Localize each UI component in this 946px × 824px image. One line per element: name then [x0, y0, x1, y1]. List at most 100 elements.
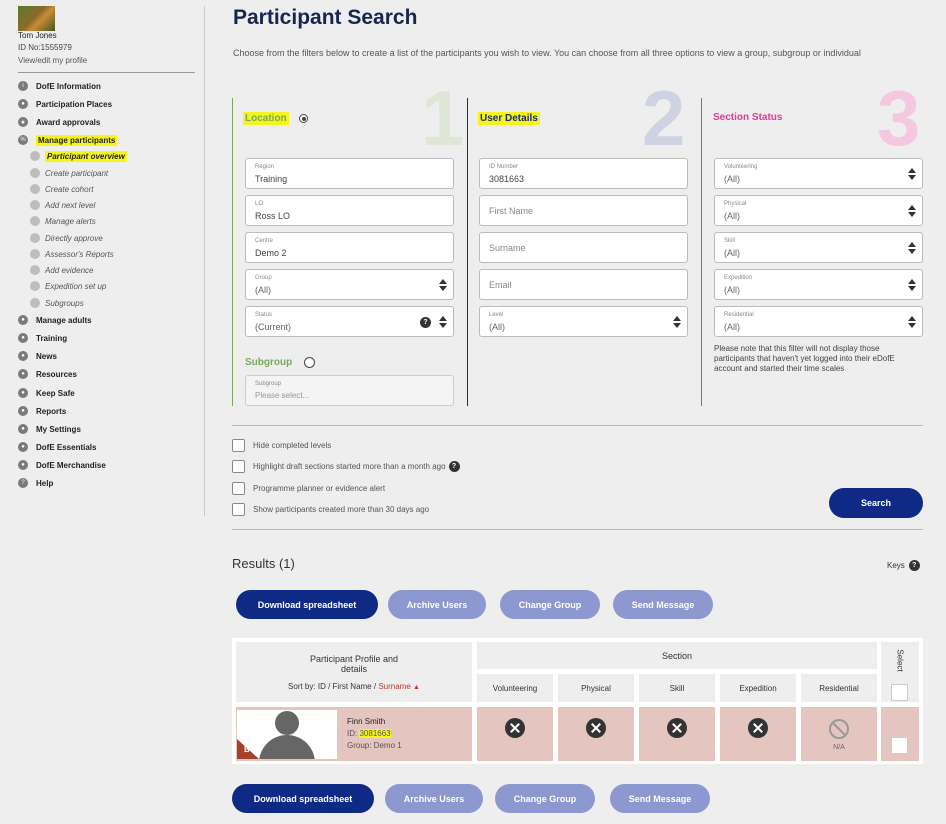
expedition-select[interactable]: Expedition (All) — [714, 269, 923, 300]
sidebar-item-reports[interactable]: ● Reports — [18, 404, 66, 418]
sidebar-subitem-directly-approve[interactable]: Directly approve — [30, 232, 103, 244]
subgroup-select[interactable]: Subgroup Please select... — [245, 375, 454, 406]
location-radio[interactable] — [299, 114, 308, 123]
field-label: Level — [489, 312, 504, 318]
created-30-days-checkbox[interactable]: Show participants created more than 30 d… — [232, 502, 429, 516]
sidebar-item-keep-safe[interactable]: ● Keep Safe — [18, 386, 75, 400]
sidebar-item-label: Award approvals — [36, 117, 101, 127]
field-label: Region — [255, 164, 275, 170]
send-message-button-bottom[interactable]: Send Message — [610, 784, 710, 813]
planner-alert-checkbox[interactable]: Programme planner or evidence alert — [232, 481, 385, 495]
sidebar-subitem-add-next-level[interactable]: Add next level — [30, 199, 95, 211]
sidebar-item-help[interactable]: ? Help — [18, 476, 53, 490]
sidebar-subitem-label: Manage alerts — [45, 216, 96, 226]
first-name-field[interactable]: First Name — [479, 195, 688, 226]
status-help-icon[interactable]: ? — [420, 317, 431, 328]
surname-field[interactable]: Surname — [479, 232, 688, 263]
field-label: Status — [255, 312, 273, 318]
select-arrows-icon — [908, 242, 916, 254]
sidebar-item-dofe-essentials[interactable]: ● DofE Essentials — [18, 440, 96, 454]
sidebar-item-participation-places[interactable]: ● Participation Places — [18, 97, 112, 111]
email-field[interactable]: Email — [479, 269, 688, 300]
group-select[interactable]: Group (All) — [245, 269, 454, 300]
skill-select[interactable]: Skill (All) — [714, 232, 923, 263]
physical-select[interactable]: Physical (All) — [714, 195, 923, 226]
volunteering-status-cell[interactable] — [477, 707, 553, 761]
status-select[interactable]: Status (Current) ? — [245, 306, 454, 337]
hide-completed-checkbox[interactable]: Hide completed levels — [232, 438, 331, 452]
row-select-checkbox[interactable] — [891, 737, 908, 754]
sidebar-item-dofe-information[interactable]: i DofE Information — [18, 79, 101, 93]
sidebar-item-label: DofE Merchandise — [36, 460, 106, 470]
keys-button[interactable]: Keys ? — [887, 560, 920, 571]
sort-first-name-link[interactable]: First Name — [333, 682, 372, 691]
sidebar-item-label: News — [36, 351, 57, 361]
shield-icon: ● — [18, 388, 28, 398]
sidebar-item-manage-adults[interactable]: ● Manage adults — [18, 313, 92, 327]
participant-photo[interactable]: B — [237, 710, 337, 759]
page-title: Participant Search — [233, 6, 418, 29]
sort-surname-link[interactable]: Surname — [378, 682, 410, 691]
sidebar-item-my-settings[interactable]: ● My Settings — [18, 422, 81, 436]
region-field[interactable]: Region Training — [245, 158, 454, 189]
sidebar-subitem-add-evidence[interactable]: Add evidence — [30, 264, 93, 276]
archive-users-button-bottom[interactable]: Archive Users — [385, 784, 483, 813]
sort-id-link[interactable]: ID — [318, 682, 326, 691]
sort-desc-icon: ▲ — [413, 683, 420, 691]
sidebar-subitem-manage-alerts[interactable]: Manage alerts — [30, 215, 96, 227]
edit-profile-link[interactable]: View/edit my profile — [18, 56, 87, 65]
sidebar-subitem-subgroups[interactable]: Subgroups — [30, 297, 84, 309]
lo-field[interactable]: LO Ross LO — [245, 195, 454, 226]
sidebar-item-resources[interactable]: ● Resources — [18, 367, 77, 381]
sidebar-item-award-approvals[interactable]: ★ Award approvals — [18, 115, 100, 129]
sidebar-separator — [204, 6, 205, 516]
skill-status-cell[interactable] — [639, 707, 715, 761]
sidebar-subitem-create-cohort[interactable]: Create cohort — [30, 183, 93, 195]
checkbox-label: Hide completed levels — [253, 440, 332, 450]
subgroup-radio[interactable] — [304, 357, 315, 368]
select-all-checkbox[interactable] — [891, 684, 908, 701]
participant-name[interactable]: Finn Smith — [347, 717, 385, 726]
bullet-icon — [30, 200, 40, 210]
sidebar-item-manage-participants[interactable]: % Manage participants — [18, 133, 118, 147]
physical-status-cell[interactable] — [558, 707, 634, 761]
sidebar-subitem-participant-overview[interactable]: Participant overview — [30, 150, 127, 162]
bullet-icon — [30, 298, 40, 308]
sidebar-subitem-create-participant[interactable]: Create participant — [30, 167, 108, 179]
download-spreadsheet-button[interactable]: Download spreadsheet — [236, 590, 378, 619]
expedition-status-cell[interactable] — [720, 707, 796, 761]
sidebar-item-dofe-merchandise[interactable]: ● DofE Merchandise — [18, 458, 106, 472]
centre-field[interactable]: Centre Demo 2 — [245, 232, 454, 263]
volunteering-select[interactable]: Volunteering (All) — [714, 158, 923, 189]
residential-select[interactable]: Residential (All) — [714, 306, 923, 337]
id-number-field[interactable]: ID Number 3081663 — [479, 158, 688, 189]
change-group-button-bottom[interactable]: Change Group — [495, 784, 595, 813]
level-badge-letter: B — [244, 745, 250, 754]
residential-status-cell[interactable]: N/A — [801, 707, 877, 761]
results-divider — [232, 529, 923, 530]
section-status-note: Please note that this filter will not di… — [714, 344, 895, 373]
field-placeholder: Please select... — [255, 391, 310, 400]
checkbox-box[interactable] — [232, 438, 245, 452]
sidebar-item-news[interactable]: ● News — [18, 349, 57, 363]
search-button[interactable]: Search — [829, 488, 923, 518]
sidebar-subitem-assessors-reports[interactable]: Assessor's Reports — [30, 248, 114, 260]
user-details-column-line — [467, 98, 468, 406]
checkbox-box[interactable] — [232, 481, 245, 495]
checkbox-box[interactable] — [232, 502, 245, 516]
highlight-draft-checkbox[interactable]: Highlight draft sections started more th… — [232, 459, 460, 473]
highlight-draft-help-icon[interactable]: ? — [448, 460, 460, 472]
download-spreadsheet-button-bottom[interactable]: Download spreadsheet — [232, 784, 374, 813]
archive-users-button[interactable]: Archive Users — [388, 590, 486, 619]
level-select[interactable]: Level (All) — [479, 306, 688, 337]
sidebar-subitem-expedition-set-up[interactable]: Expedition set up — [30, 280, 106, 292]
send-message-button[interactable]: Send Message — [613, 590, 713, 619]
change-group-button[interactable]: Change Group — [500, 590, 600, 619]
user-avatar[interactable] — [18, 6, 55, 31]
bullet-icon — [30, 168, 40, 178]
checkbox-box[interactable] — [232, 459, 245, 473]
column-residential: Residential — [801, 674, 877, 702]
sidebar-item-training[interactable]: ● Training — [18, 331, 67, 345]
na-label: N/A — [833, 744, 845, 751]
select-arrows-icon — [439, 316, 447, 328]
